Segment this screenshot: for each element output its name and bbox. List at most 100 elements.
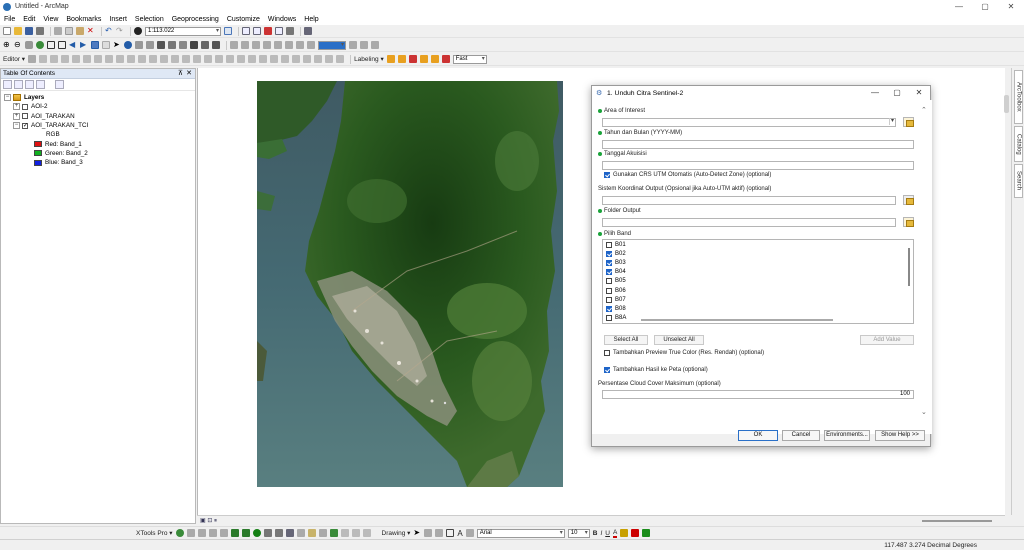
menu-view[interactable]: View <box>43 16 58 23</box>
band-checkbox[interactable] <box>606 305 612 312</box>
georef-4-icon[interactable] <box>182 55 191 63</box>
band-checkbox[interactable] <box>606 241 612 248</box>
band-checkbox[interactable] <box>606 250 612 257</box>
menu-file[interactable]: File <box>4 16 15 23</box>
collapse-icon[interactable]: − <box>13 122 20 130</box>
label-manager-icon[interactable] <box>386 55 395 63</box>
georef-3-icon[interactable] <box>171 55 180 63</box>
band-list-hscrollbar[interactable] <box>641 319 833 321</box>
georef-16-icon[interactable] <box>314 55 323 63</box>
label-priority-icon[interactable] <box>397 55 406 63</box>
rotate-element-icon[interactable] <box>424 529 433 537</box>
cut-icon[interactable] <box>54 27 62 35</box>
band-item[interactable]: B01 <box>603 240 913 249</box>
unselect-all-button[interactable]: Unselect All <box>654 335 704 345</box>
georef-10-icon[interactable] <box>248 55 257 63</box>
layer-label[interactable]: AOI_TARAKAN <box>31 113 75 120</box>
layout-tool-9-icon[interactable] <box>349 41 357 49</box>
band-item[interactable]: B07 <box>603 295 913 304</box>
rectangle-icon[interactable] <box>446 529 455 537</box>
dialog-scrollbar[interactable]: ⌃ ⌄ <box>920 100 930 420</box>
new-doc-icon[interactable] <box>3 27 11 35</box>
goto-xy-icon[interactable] <box>190 41 198 49</box>
aoi-dropdown[interactable] <box>602 118 896 127</box>
copy-icon[interactable] <box>65 27 73 35</box>
paste-icon[interactable] <box>76 27 84 35</box>
georef-17-icon[interactable] <box>325 55 334 63</box>
map-horizontal-scrollbar[interactable] <box>922 520 992 522</box>
band-checkbox[interactable] <box>606 269 612 276</box>
add-to-map-option[interactable]: Tambahkan Hasil ke Peta (optional) <box>604 367 708 373</box>
tool-10-icon[interactable] <box>285 529 294 537</box>
layout-tool-3-icon[interactable] <box>252 41 260 49</box>
band-checkbox[interactable] <box>606 296 612 303</box>
band-list-scrollbar[interactable] <box>908 248 910 286</box>
search-icon[interactable] <box>304 27 312 35</box>
georef-8-icon[interactable] <box>226 55 235 63</box>
zoom-out-icon[interactable]: ⊖ <box>14 41 22 49</box>
layer-row[interactable]: − ✓ AOI_TARAKAN_TCI <box>4 121 195 130</box>
layer-visibility-checkbox-checked[interactable]: ✓ <box>22 122 28 129</box>
clear-selection-icon[interactable] <box>102 41 110 49</box>
editor-toolbar-icon[interactable] <box>224 27 232 35</box>
select-all-button[interactable]: Select All <box>604 335 648 345</box>
viewer-window-icon[interactable] <box>212 41 220 49</box>
xtools-icon[interactable] <box>175 529 184 537</box>
tool-16-icon[interactable] <box>351 529 360 537</box>
layer-label[interactable]: AOI_TARAKAN_TCI <box>31 122 88 129</box>
fixed-zoom-out-icon[interactable] <box>58 41 66 49</box>
drawing-menu[interactable]: Drawing ▾ <box>382 529 411 537</box>
folder-browse-icon[interactable] <box>903 217 914 227</box>
auto-utm-option[interactable]: Gunakan CRS UTM Otomatis (Auto-Detect Zo… <box>604 172 771 178</box>
tool-13-icon[interactable] <box>318 529 327 537</box>
dialog-minimize-button[interactable]: — <box>864 86 886 100</box>
sketch-props-icon[interactable] <box>127 55 136 63</box>
crs-browse-icon[interactable] <box>903 195 914 205</box>
attributes-icon[interactable] <box>116 55 125 63</box>
band-item[interactable]: B02 <box>603 249 913 258</box>
band-item[interactable]: B03 <box>603 258 913 267</box>
line-color-icon[interactable] <box>631 529 640 537</box>
menu-bookmarks[interactable]: Bookmarks <box>66 16 101 23</box>
redo-icon[interactable]: ↷ <box>116 27 124 35</box>
georef-11-icon[interactable] <box>259 55 268 63</box>
font-size-combo[interactable]: 10 <box>567 528 590 538</box>
add-to-map-checkbox[interactable] <box>604 367 610 373</box>
select-elements-icon[interactable]: ➤ <box>113 41 121 49</box>
map-scroll-handle[interactable] <box>1004 95 1009 113</box>
tab-catalog[interactable]: Catalog <box>1014 126 1023 162</box>
crs-input[interactable] <box>602 196 896 205</box>
georef-18-icon[interactable] <box>336 55 345 63</box>
select-features-icon[interactable] <box>91 41 99 49</box>
layout-tool-5-icon[interactable] <box>274 41 282 49</box>
back-extent-icon[interactable]: ◀ <box>69 41 77 49</box>
list-by-visibility-icon[interactable] <box>25 80 34 89</box>
tool-6-icon[interactable] <box>241 529 250 537</box>
map-scale-combo[interactable]: 1:113.022 <box>145 26 221 36</box>
tool-4-icon[interactable] <box>219 529 228 537</box>
time-slider-icon[interactable] <box>201 41 209 49</box>
expand-icon[interactable]: + <box>13 112 20 120</box>
band-checkbox[interactable] <box>606 259 612 266</box>
minimize-button[interactable]: — <box>946 0 972 13</box>
tool-12-icon[interactable] <box>307 529 316 537</box>
tool-14-icon[interactable] <box>329 529 338 537</box>
tool-9-icon[interactable] <box>274 529 283 537</box>
date-input[interactable] <box>602 161 914 170</box>
georef-6-icon[interactable] <box>204 55 213 63</box>
georef-13-icon[interactable] <box>281 55 290 63</box>
layer-label[interactable]: AOI-2 <box>31 103 47 110</box>
split-icon[interactable] <box>94 55 103 63</box>
tool-8-icon[interactable] <box>263 529 272 537</box>
tool-1-icon[interactable] <box>186 529 195 537</box>
labeling-menu[interactable]: Labeling ▾ <box>354 55 384 63</box>
tool-5-icon[interactable] <box>230 529 239 537</box>
color-combo[interactable] <box>318 40 346 50</box>
identify-icon[interactable] <box>124 41 132 49</box>
label-quality-combo[interactable]: Fast <box>452 54 487 64</box>
layout-tool-2-icon[interactable] <box>241 41 249 49</box>
italic-button[interactable]: I <box>600 530 602 537</box>
font-color-button[interactable]: A <box>612 529 618 538</box>
label-weights-icon[interactable] <box>408 55 417 63</box>
georef-12-icon[interactable] <box>270 55 279 63</box>
